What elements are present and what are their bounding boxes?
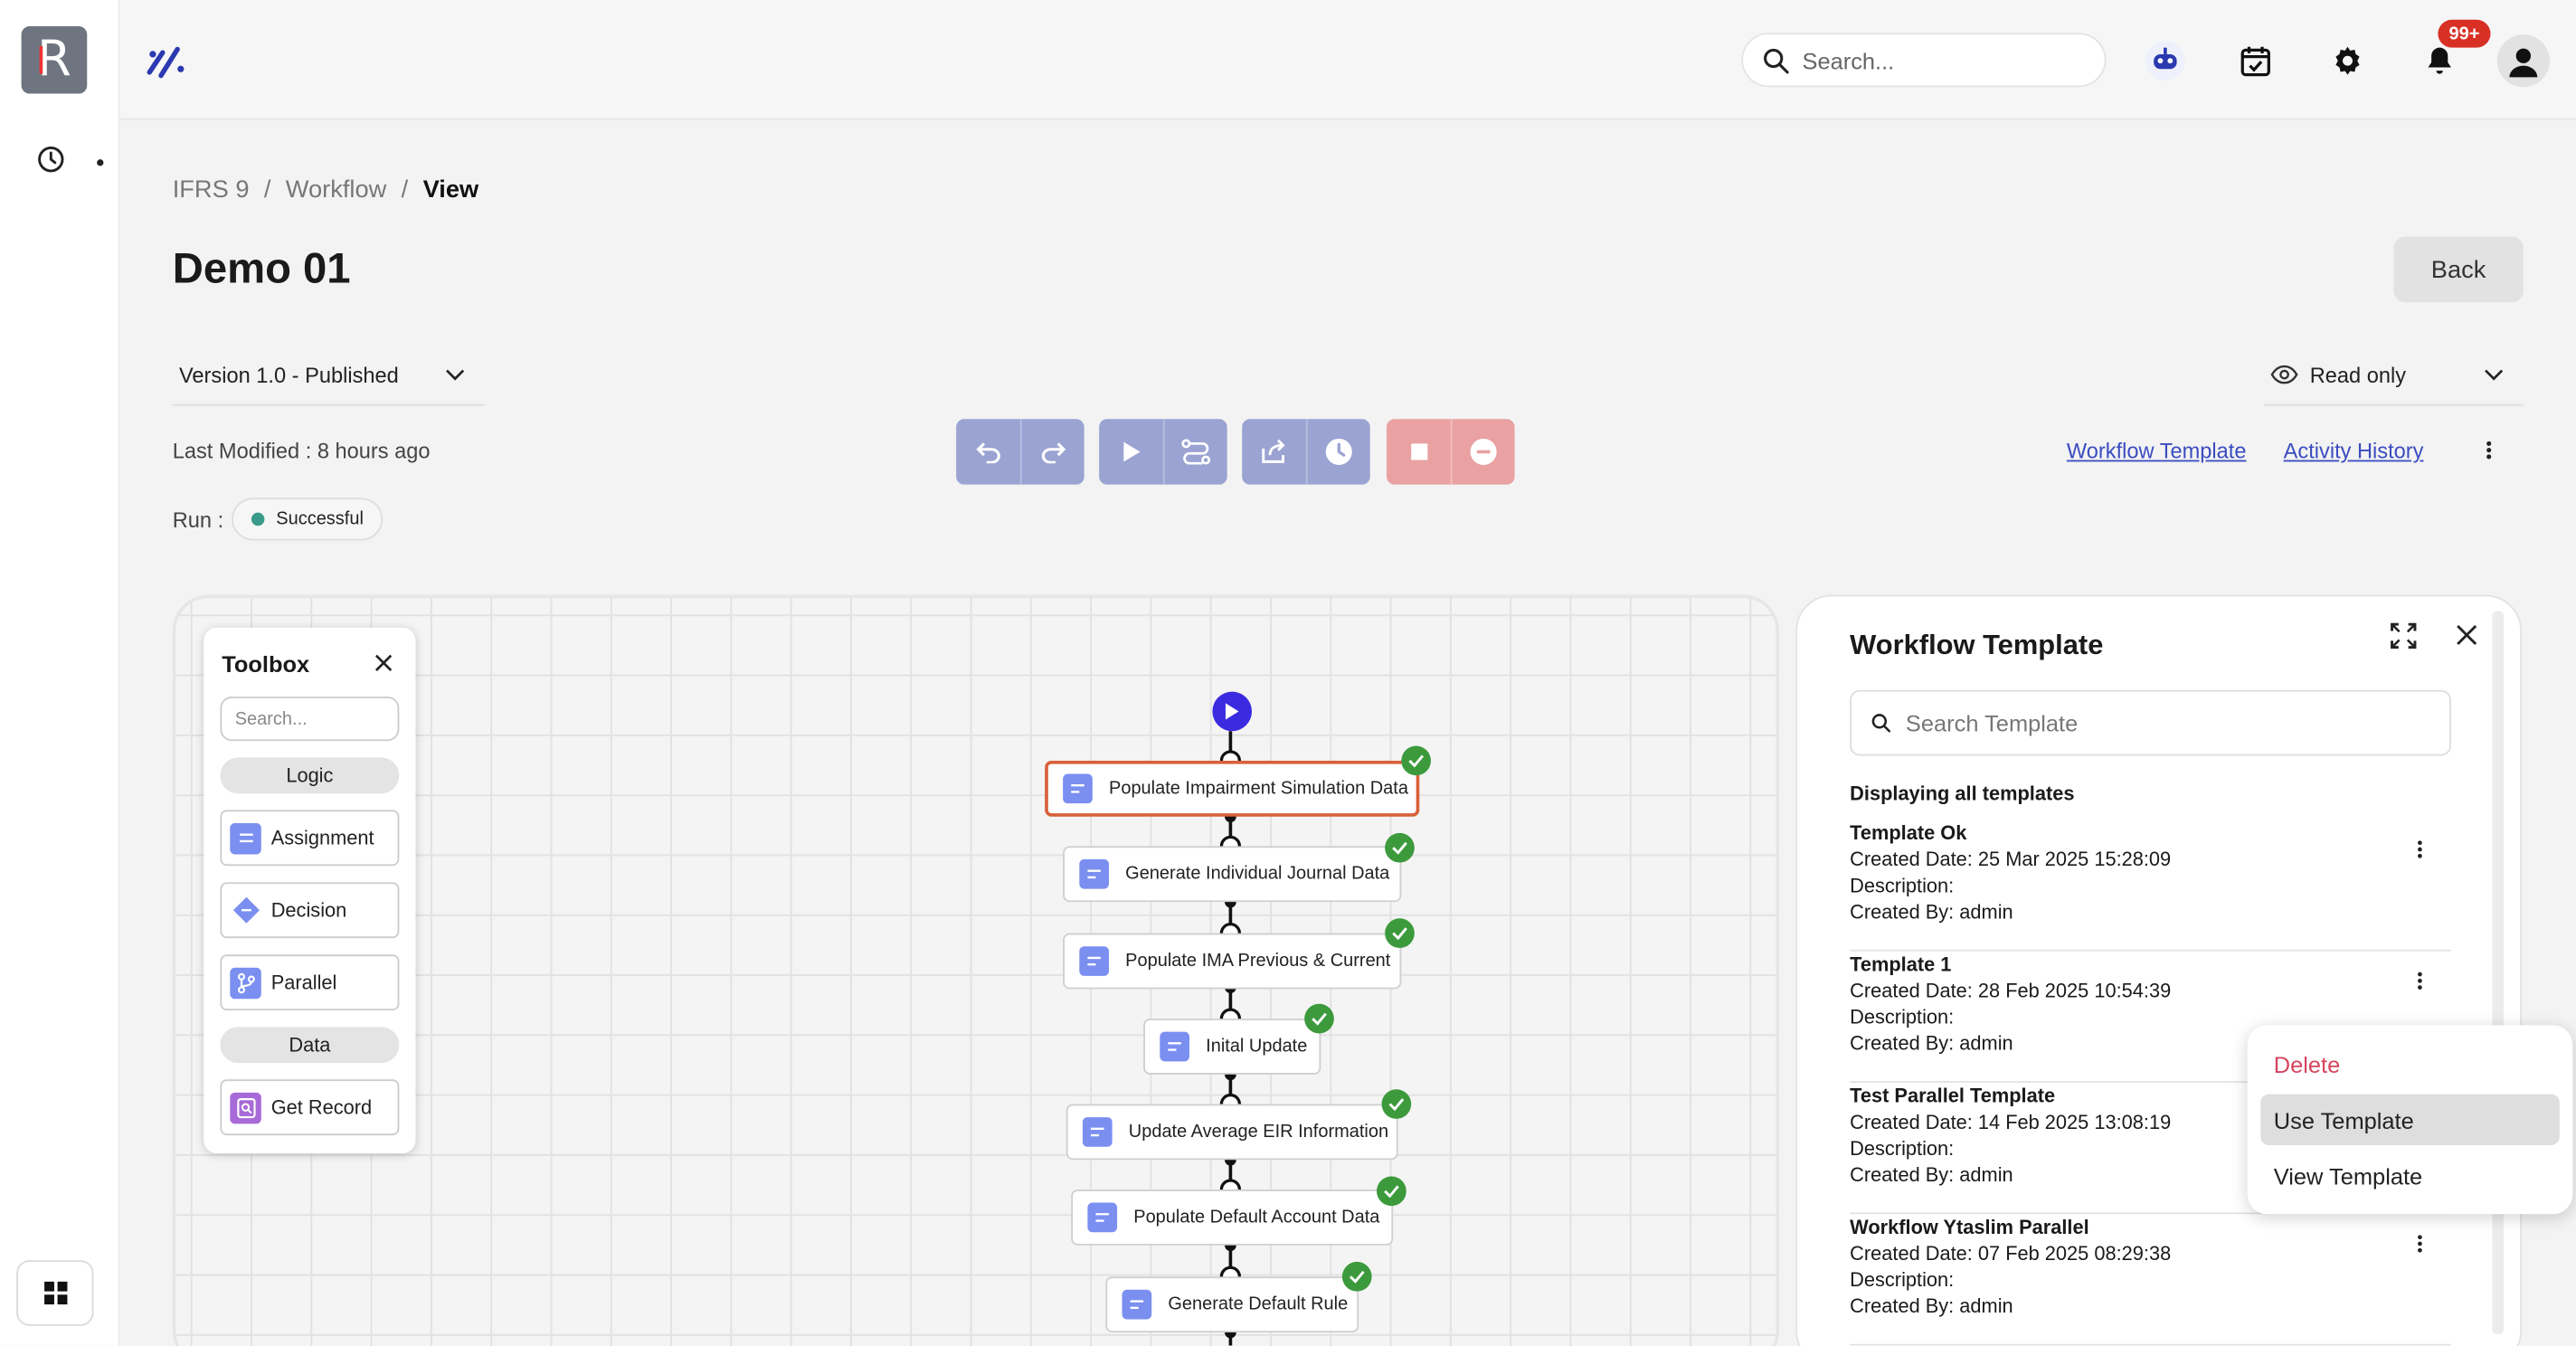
- panel-title: Workflow Template: [1850, 629, 2104, 661]
- task-icon: [1079, 858, 1110, 889]
- flow-node-label: Generate Individual Journal Data: [1125, 864, 1390, 885]
- search-icon: [1871, 714, 1891, 733]
- toolbox-title: Toolbox: [222, 650, 310, 678]
- task-icon: [1063, 773, 1093, 804]
- toolbox-item-label: Assignment: [270, 826, 374, 850]
- success-check-icon: [1304, 1003, 1334, 1034]
- flow-node-populate-default[interactable]: Populate Default Account Data: [1071, 1190, 1394, 1246]
- template-name: Workflow Ytaslim Parallel: [1850, 1216, 2089, 1239]
- toolbox-item-get-record[interactable]: Get Record: [220, 1079, 400, 1136]
- template-context-menu: Delete Use Template View Template: [2247, 1025, 2573, 1215]
- panel-scrollbar[interactable]: [2492, 611, 2505, 1334]
- start-node[interactable]: [1212, 691, 1253, 732]
- more-options-icon[interactable]: [2411, 838, 2428, 867]
- template-search[interactable]: [1850, 689, 2451, 756]
- task-icon: [1160, 1031, 1190, 1062]
- play-icon: [1225, 703, 1239, 720]
- template-created-date: Created Date: 07 Feb 2025 08:29:38: [1850, 1242, 2172, 1265]
- flow-node-generate-journal[interactable]: Generate Individual Journal Data: [1063, 846, 1402, 903]
- menu-item-use-template[interactable]: Use Template: [2260, 1094, 2560, 1145]
- decision-icon: [230, 895, 261, 926]
- toolbox-item-label: Parallel: [270, 971, 337, 994]
- toolbox-search-input[interactable]: [220, 697, 400, 742]
- flow-node-label: Update Average EIR Information: [1128, 1122, 1389, 1142]
- template-item[interactable]: Template Ok Created Date: 25 Mar 2025 15…: [1850, 820, 2451, 952]
- success-check-icon: [1385, 918, 1415, 949]
- close-icon[interactable]: [374, 650, 393, 680]
- template-item[interactable]: Workflow Ytaslim Parallel Created Date: …: [1850, 1214, 2451, 1346]
- task-icon: [1082, 1117, 1113, 1147]
- template-created-by: Created By: admin: [1850, 900, 2013, 924]
- menu-item-delete[interactable]: Delete: [2260, 1038, 2560, 1089]
- template-created-date: Created Date: 28 Feb 2025 10:54:39: [1850, 979, 2172, 1002]
- template-created-by: Created By: admin: [1850, 1294, 2013, 1318]
- flow-node-update-eir[interactable]: Update Average EIR Information: [1065, 1104, 1398, 1161]
- task-icon: [1122, 1289, 1152, 1320]
- expand-icon[interactable]: [2391, 622, 2417, 657]
- toolbox-item-assignment[interactable]: Assignment: [220, 810, 400, 867]
- success-check-icon: [1401, 745, 1431, 776]
- success-check-icon: [1385, 832, 1415, 863]
- template-name: Template 1: [1850, 953, 1952, 976]
- toolbox-section-data: Data: [220, 1027, 400, 1064]
- toolbox-item-label: Get Record: [270, 1095, 373, 1119]
- template-search-input[interactable]: [1905, 709, 2399, 736]
- flow-node-label: Generate Default Rule: [1168, 1294, 1349, 1315]
- success-check-icon: [1341, 1261, 1372, 1292]
- more-options-icon[interactable]: [2411, 1232, 2428, 1262]
- toolbox-item-decision[interactable]: Decision: [220, 882, 400, 939]
- success-check-icon: [1381, 1089, 1412, 1119]
- flow-node-initial-update[interactable]: Inital Update: [1143, 1019, 1321, 1075]
- flow-node-default-rule[interactable]: Generate Default Rule: [1105, 1276, 1359, 1333]
- toolbox-item-parallel[interactable]: Parallel: [220, 954, 400, 1011]
- flow-node-label: Populate Default Account Data: [1133, 1207, 1380, 1228]
- flow-node-populate-ima[interactable]: Populate IMA Previous & Current: [1063, 933, 1402, 990]
- template-created-date: Created Date: 25 Mar 2025 15:28:09: [1850, 848, 2172, 871]
- toolbox-panel: Toolbox Logic Assignment Decision Parall…: [204, 627, 416, 1154]
- assignment-icon: [230, 822, 261, 854]
- template-description: Description:: [1850, 1268, 1955, 1292]
- close-icon[interactable]: [2456, 624, 2477, 654]
- displaying-label: Displaying all templates: [1850, 782, 2075, 805]
- menu-item-view-template[interactable]: View Template: [2260, 1150, 2560, 1200]
- record-search-icon: [230, 1091, 261, 1123]
- success-check-icon: [1377, 1176, 1406, 1207]
- flow-node-label: Populate Impairment Simulation Data: [1109, 778, 1408, 799]
- toolbox-item-label: Decision: [270, 898, 347, 922]
- workflow-template-panel: Workflow Template Displaying all templat…: [1795, 594, 2523, 1346]
- template-description: Description:: [1850, 874, 1955, 897]
- flow-node-label: Populate IMA Previous & Current: [1125, 951, 1391, 972]
- flow-node-label: Inital Update: [1206, 1037, 1308, 1057]
- flow-node-populate-impairment[interactable]: Populate Impairment Simulation Data: [1045, 760, 1420, 817]
- branch-icon: [230, 966, 261, 999]
- template-name: Template Ok: [1850, 821, 1967, 845]
- more-options-icon[interactable]: [2411, 970, 2428, 1000]
- task-icon: [1079, 946, 1110, 976]
- task-icon: [1087, 1202, 1118, 1233]
- toolbox-section-logic: Logic: [220, 757, 400, 794]
